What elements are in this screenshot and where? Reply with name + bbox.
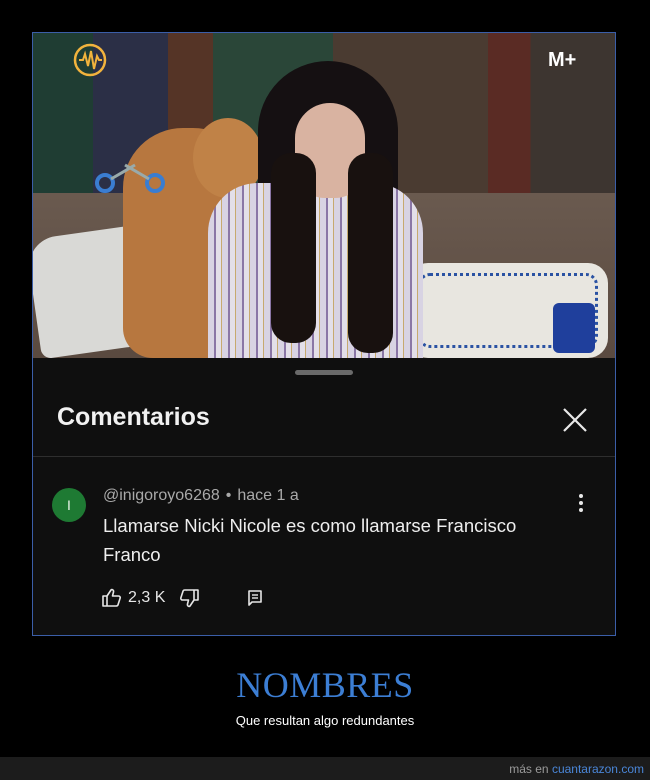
radio-wave-icon (73, 43, 107, 77)
footer-text: más en cuantarazon.com (509, 762, 644, 776)
subline: Que resultan algo redundantes (235, 713, 415, 728)
broadcaster-logo: M+ (548, 49, 577, 71)
avatar[interactable]: I (52, 488, 86, 522)
close-icon[interactable] (561, 406, 589, 434)
reply-icon[interactable] (246, 589, 264, 607)
mug (553, 303, 595, 353)
like-count: 2,3 K (128, 589, 166, 606)
divider (33, 456, 615, 457)
comment-actions: 2,3 K (101, 588, 264, 608)
video-player[interactable]: M+ (33, 33, 615, 358)
comment-meta: @inigoroyo6268 • hace 1 a (103, 487, 299, 505)
panel-title: Comentarios (57, 403, 210, 431)
headline: NOMBRES (236, 665, 414, 705)
footer-prefix: más en (509, 762, 549, 776)
drag-handle[interactable] (295, 370, 353, 375)
more-vertical-icon[interactable] (571, 491, 591, 515)
screenshot-frame: M+ Comentarios I @inigoroyo6268 • hace 1 a… (32, 32, 616, 636)
footer-site-link[interactable]: cuantarazon.com (552, 762, 644, 776)
thumbs-up-icon[interactable] (101, 588, 122, 608)
meta-separator: • (225, 487, 232, 504)
thumbs-down-icon[interactable] (179, 588, 200, 608)
comment-text: Llamarse Nicki Nicole es como llamarse F… (103, 515, 517, 565)
comment-author[interactable]: @inigoroyo6268 (103, 487, 220, 504)
comment-time: hace 1 a (237, 487, 299, 504)
scissors-prop (95, 163, 165, 193)
footer-bar: más en cuantarazon.com (0, 757, 650, 780)
